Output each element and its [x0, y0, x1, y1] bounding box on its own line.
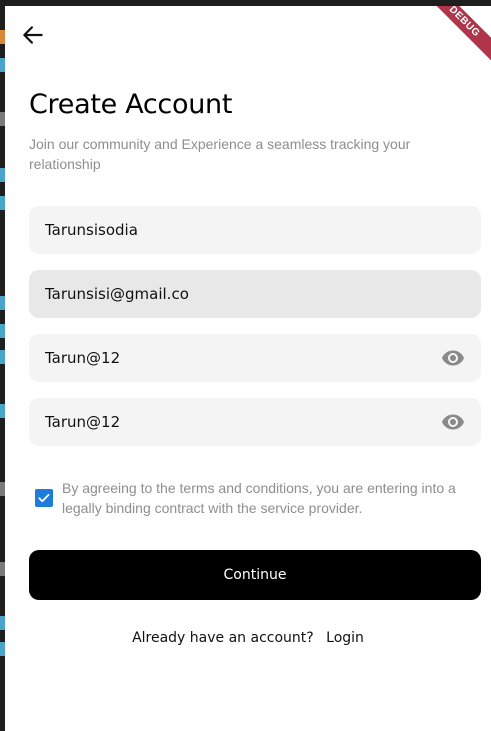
- app-screen: DEBUG Create Account Join our community …: [5, 6, 491, 731]
- page-subtitle: Join our community and Experience a seam…: [29, 136, 411, 172]
- debug-banner: DEBUG: [419, 6, 491, 67]
- arrow-left-icon[interactable]: [20, 22, 46, 48]
- terms-row: By agreeing to the terms and conditions,…: [35, 478, 475, 518]
- terms-checkbox[interactable]: [35, 489, 53, 507]
- email-input[interactable]: [45, 285, 465, 303]
- password-field[interactable]: [29, 334, 481, 382]
- continue-button[interactable]: Continue: [29, 550, 481, 600]
- password-input[interactable]: [45, 349, 441, 367]
- eye-icon[interactable]: [441, 346, 465, 370]
- login-prompt: Already have an account? Login: [5, 630, 491, 646]
- terms-text: By agreeing to the terms and conditions,…: [62, 480, 456, 516]
- email-field[interactable]: [29, 270, 481, 318]
- eye-icon[interactable]: [441, 410, 465, 434]
- page-title: Create Account: [29, 89, 233, 120]
- confirm-password-field[interactable]: [29, 398, 481, 446]
- name-input[interactable]: [45, 221, 465, 239]
- check-icon: [38, 493, 50, 503]
- login-prompt-text: Already have an account?: [132, 630, 314, 646]
- name-field[interactable]: [29, 206, 481, 254]
- login-link[interactable]: Login: [326, 630, 364, 646]
- confirm-password-input[interactable]: [45, 413, 441, 431]
